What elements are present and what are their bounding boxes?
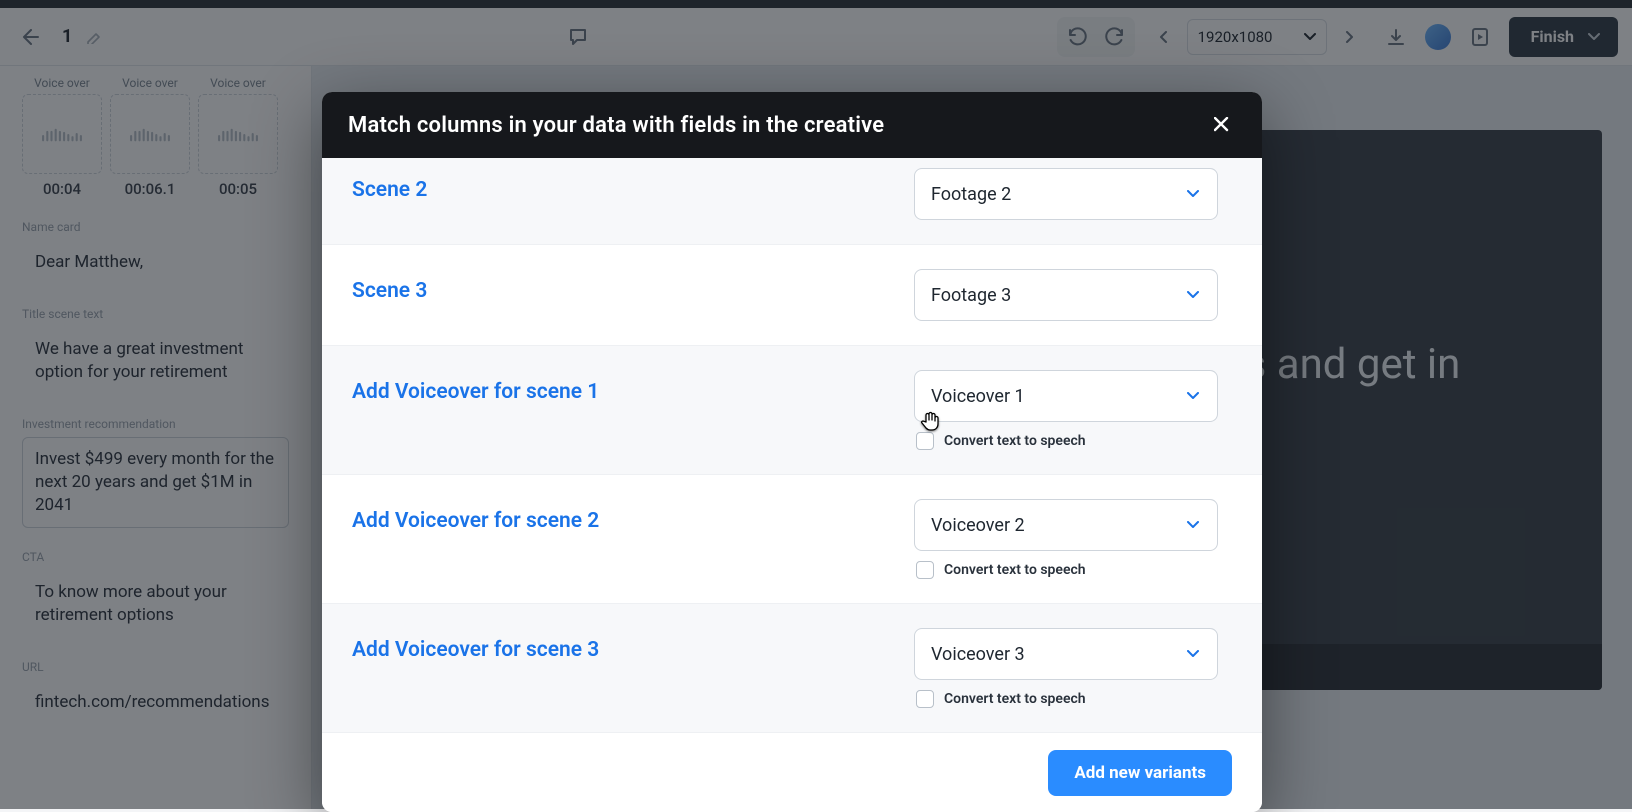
column-select[interactable]: Voiceover 2	[914, 499, 1218, 551]
tts-option: Convert text to speech	[914, 690, 1086, 708]
mapping-row-controls: Voiceover 2 Convert text to speech	[914, 499, 1218, 579]
mapping-row-controls: Voiceover 3 Convert text to speech	[914, 628, 1218, 708]
mapping-row-controls: Voiceover 1 Convert text to speech	[914, 370, 1218, 450]
field-label: Add Voiceover for scene 1	[352, 370, 599, 404]
column-select-value: Voiceover 3	[931, 644, 1025, 665]
field-label: Scene 2	[352, 168, 427, 202]
column-select-value: Voiceover 2	[931, 515, 1025, 536]
mapping-row: Scene 2 Footage 2	[322, 158, 1262, 244]
mapping-row: Add Voiceover for scene 3 Voiceover 3 Conv…	[322, 603, 1262, 732]
tts-label: Convert text to speech	[944, 691, 1086, 707]
mapping-row: Add Voiceover for scene 2 Voiceover 2 Conv…	[322, 474, 1262, 603]
add-new-variants-button[interactable]: Add new variants	[1048, 750, 1232, 796]
chevron-down-icon	[1187, 190, 1201, 199]
mapping-rows[interactable]: Scene 2 Footage 2 Scene 3 Footage 3 Add Voic…	[322, 158, 1262, 732]
tts-label: Convert text to speech	[944, 562, 1086, 578]
column-select[interactable]: Footage 2	[914, 168, 1218, 220]
mapping-row: Add Voiceover for scene 1 Voiceover 1 Conv…	[322, 345, 1262, 474]
column-select-value: Footage 3	[931, 285, 1011, 306]
mapping-row-controls: Footage 2	[914, 168, 1218, 220]
modal-title: Match columns in your data with fields i…	[348, 113, 884, 138]
mapping-row: Scene 3 Footage 3	[322, 244, 1262, 345]
column-select-value: Footage 2	[931, 184, 1011, 205]
chevron-down-icon	[1187, 650, 1201, 659]
column-select[interactable]: Footage 3	[914, 269, 1218, 321]
field-label: Add Voiceover for scene 2	[352, 499, 599, 533]
modal-footer: Add new variants	[322, 732, 1262, 812]
field-label: Add Voiceover for scene 3	[352, 628, 599, 662]
column-select[interactable]: Voiceover 3	[914, 628, 1218, 680]
chevron-down-icon	[1187, 291, 1201, 300]
tts-checkbox[interactable]	[916, 690, 934, 708]
chevron-down-icon	[1187, 392, 1201, 401]
chevron-down-icon	[1187, 521, 1201, 530]
column-mapping-modal: Match columns in your data with fields i…	[322, 92, 1262, 812]
modal-header: Match columns in your data with fields i…	[322, 92, 1262, 158]
mapping-row-controls: Footage 3	[914, 269, 1218, 321]
column-select[interactable]: Voiceover 1	[914, 370, 1218, 422]
tts-checkbox[interactable]	[916, 432, 934, 450]
tts-option: Convert text to speech	[914, 432, 1086, 450]
close-button[interactable]	[1208, 111, 1236, 139]
tts-checkbox[interactable]	[916, 561, 934, 579]
tts-label: Convert text to speech	[944, 433, 1086, 449]
column-select-value: Voiceover 1	[931, 386, 1025, 407]
tts-option: Convert text to speech	[914, 561, 1086, 579]
modal-body: Scene 2 Footage 2 Scene 3 Footage 3 Add Voic…	[322, 158, 1262, 732]
field-label: Scene 3	[352, 269, 427, 303]
